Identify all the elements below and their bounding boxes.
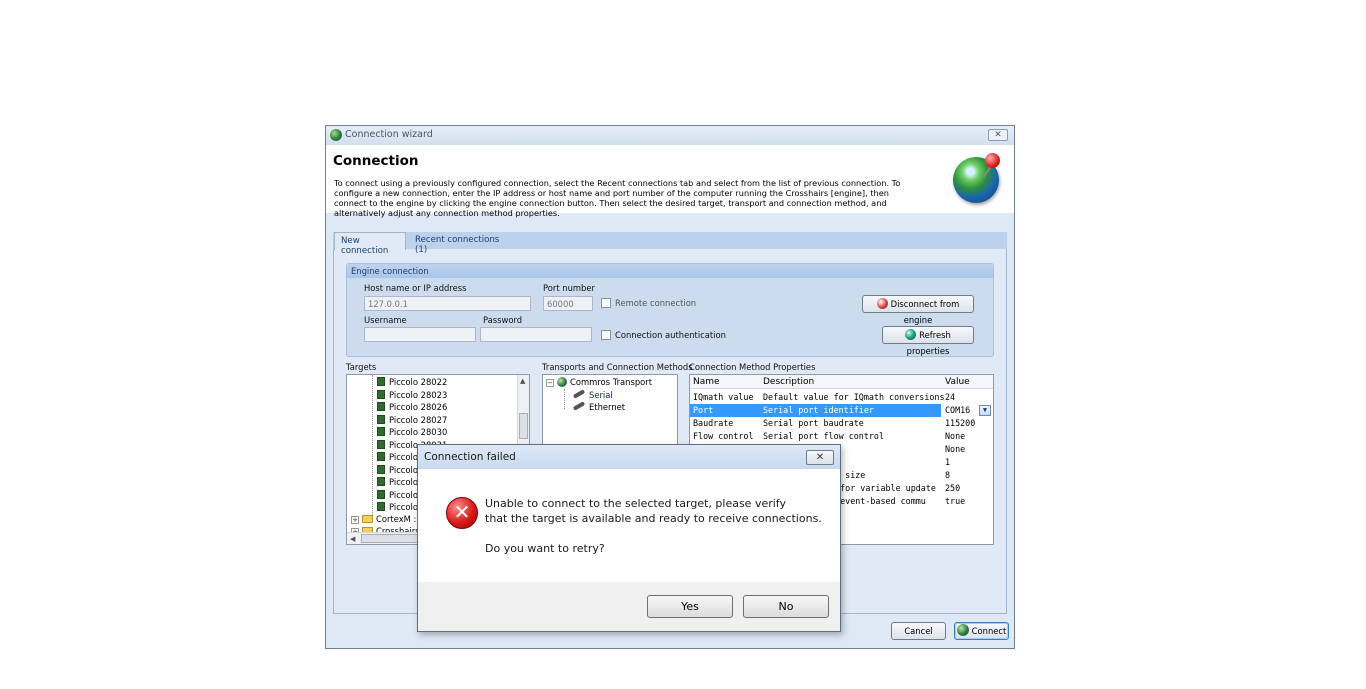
connect-label: Connect <box>971 626 1007 636</box>
chip-icon <box>377 402 385 411</box>
grid-header: Name Description Value <box>690 375 993 389</box>
globe-icon <box>956 624 969 636</box>
refresh-properties-button[interactable]: Refresh properties <box>882 326 974 356</box>
port-label: Port number <box>543 283 595 293</box>
collapse-icon[interactable]: − <box>546 379 554 387</box>
folder-icon <box>362 515 373 523</box>
remote-connection-label: Remote connection <box>615 298 697 308</box>
cable-icon <box>572 401 586 411</box>
table-row[interactable]: IQmath value Default value for IQmath con… <box>690 391 992 404</box>
tab-new-connection[interactable]: New connection <box>334 232 406 256</box>
intro-text: To connect using a previously configured… <box>334 178 901 218</box>
tree-item[interactable]: Piccolo 28023 <box>377 389 447 402</box>
username-input[interactable] <box>364 327 476 342</box>
globe-icon <box>557 377 567 387</box>
cable-icon <box>572 389 586 399</box>
table-row[interactable]: Baudrate Serial port baudrate 115200 <box>690 417 992 430</box>
connection-failed-dialog: Connection failed ✕ ✕ Unable to connect … <box>417 444 841 632</box>
column-header-value[interactable]: Value <box>945 377 970 387</box>
chip-icon <box>377 414 385 424</box>
error-icon: ✕ <box>446 497 478 529</box>
scroll-up-icon[interactable]: ▲ <box>520 377 525 385</box>
pin-icon <box>985 153 1000 168</box>
authentication-label: Connection authentication <box>615 330 726 340</box>
tree-item[interactable]: Piccolo 28030 <box>377 427 447 439</box>
transport-root[interactable]: − Commros Transport <box>546 377 652 389</box>
tree-item[interactable]: Piccolo <box>377 502 418 514</box>
tree-item[interactable]: Piccolo <box>377 464 418 477</box>
tree-line <box>564 389 565 409</box>
close-icon[interactable]: ✕ <box>988 129 1008 141</box>
tree-item[interactable]: Piccolo 28027 <box>377 414 447 427</box>
chip-icon <box>377 427 385 436</box>
disconnect-label: Disconnect from engine <box>890 299 960 325</box>
close-icon[interactable]: ✕ <box>806 450 834 465</box>
dialog-question: Do you want to retry? <box>485 542 605 555</box>
port-input[interactable]: 60000 <box>543 296 593 311</box>
transport-ethernet[interactable]: Ethernet <box>572 401 625 414</box>
chip-icon <box>377 502 385 511</box>
dialog-titlebar[interactable]: Connection failed ✕ <box>418 445 840 469</box>
chip-icon <box>377 464 385 474</box>
tree-item[interactable]: Piccolo 28022 <box>377 377 447 389</box>
chip-icon <box>377 489 385 499</box>
table-row-selected[interactable]: Port Serial port identifier COM16 ▼ <box>690 404 992 417</box>
wizard-titlebar[interactable]: Connection wizard ✕ <box>326 126 1014 145</box>
chip-icon <box>377 439 385 449</box>
engine-connection-group: Engine connection Host name or IP addres… <box>346 263 994 357</box>
connect-button[interactable]: Connect <box>954 622 1009 640</box>
tab-recent-connections[interactable]: Recent connections (1) <box>409 232 509 255</box>
chip-icon <box>377 389 385 399</box>
page-title: Connection <box>333 153 419 169</box>
password-label: Password <box>483 315 523 325</box>
properties-label: Connection Method Properties <box>689 362 816 372</box>
group-title: Engine connection <box>351 266 429 276</box>
transport-serial[interactable]: Serial <box>572 389 613 402</box>
dialog-message-line2: that the target is available and ready t… <box>485 512 822 525</box>
tree-line <box>372 375 373 515</box>
scroll-thumb[interactable] <box>361 534 421 543</box>
chip-icon <box>377 477 385 486</box>
scroll-thumb[interactable] <box>519 413 528 439</box>
targets-label: Targets <box>346 362 377 372</box>
chip-icon <box>377 377 385 386</box>
chevron-down-icon[interactable]: ▼ <box>979 405 991 416</box>
no-button[interactable]: No <box>743 595 829 618</box>
scroll-left-icon[interactable]: ◀ <box>350 535 355 543</box>
dialog-title: Connection failed <box>424 451 516 463</box>
wizard-title: Connection wizard <box>345 129 433 140</box>
disconnect-icon <box>876 298 888 309</box>
tree-item[interactable]: Piccolo 28026 <box>377 402 447 414</box>
host-label: Host name or IP address <box>364 283 467 293</box>
wizard-header: Connection To connect using a previously… <box>326 145 1014 218</box>
dialog-message-line1: Unable to connect to the selected target… <box>485 497 786 510</box>
globe-icon <box>330 129 342 141</box>
expand-icon[interactable]: + <box>351 516 359 524</box>
password-input[interactable] <box>480 327 592 342</box>
disconnect-engine-button[interactable]: Disconnect from engine <box>862 295 974 325</box>
username-label: Username <box>364 315 407 325</box>
column-header-description[interactable]: Description <box>763 377 814 387</box>
column-header-name[interactable]: Name <box>693 377 720 387</box>
refresh-icon <box>905 329 917 340</box>
tree-folder[interactable]: + CortexM : <box>351 514 416 526</box>
chip-icon <box>377 452 385 461</box>
authentication-checkbox[interactable] <box>601 330 611 340</box>
dialog-body: ✕ Unable to connect to the selected targ… <box>418 469 840 582</box>
tree-item[interactable]: Piccolo <box>377 452 418 464</box>
transports-label: Transports and Connection Methods <box>542 362 693 372</box>
remote-connection-checkbox[interactable] <box>601 298 611 308</box>
host-input[interactable]: 127.0.0.1 <box>364 296 531 311</box>
yes-button[interactable]: Yes <box>647 595 733 618</box>
tree-item[interactable]: Piccolo <box>377 477 418 489</box>
group-header: Engine connection <box>347 264 993 278</box>
cancel-button[interactable]: Cancel <box>891 622 946 640</box>
table-row[interactable]: Flow control Serial port flow control None <box>690 430 992 443</box>
tree-item[interactable]: Piccolo <box>377 489 418 502</box>
